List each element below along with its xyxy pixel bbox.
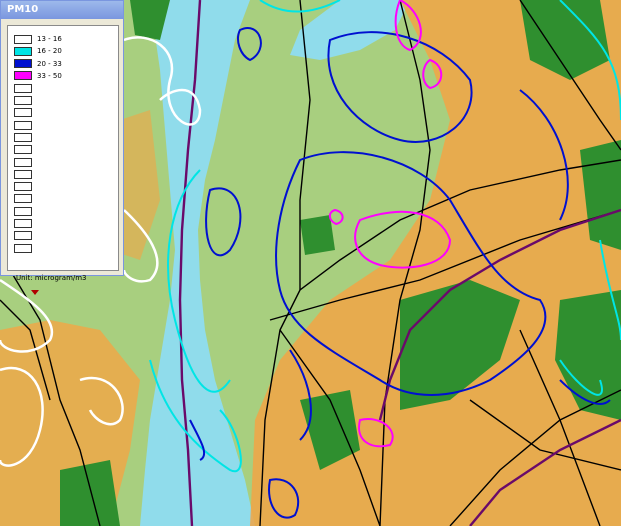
legend-label: 33 - 50 [37, 71, 62, 80]
legend-empty-slot [14, 231, 32, 241]
legend-item: 33 - 50 [14, 71, 62, 81]
legend-swatch-empty [14, 96, 32, 105]
legend-empty-slot [14, 132, 32, 142]
legend-empty-slot [14, 182, 32, 192]
legend-empty-slot [14, 194, 32, 204]
legend-empty-slot [14, 157, 32, 167]
legend-swatch-empty [14, 231, 32, 241]
legend-swatch-empty [14, 243, 32, 253]
legend-swatch-empty [14, 132, 32, 142]
legend-swatch-empty [14, 120, 32, 130]
legend-empty-slot [14, 120, 32, 130]
legend-empty-slot [14, 206, 32, 216]
legend-body: 13 - 16 16 - 20 20 - 33 33 - 50 Unit: micro… [7, 25, 119, 295]
legend-empty-slot [14, 108, 32, 118]
legend-swatch-empty [14, 194, 32, 204]
legend-label: 16 - 20 [37, 47, 62, 56]
legend-empty-slot [14, 96, 32, 106]
legend-empty-slot [14, 83, 32, 93]
triangle-down-icon[interactable] [31, 290, 39, 295]
legend-swatch-empty [14, 108, 32, 118]
legend-empty-slot [14, 243, 32, 253]
legend-label: 20 - 33 [37, 59, 62, 68]
legend-swatch [14, 34, 32, 44]
legend-swatch [14, 59, 32, 69]
legend-empty-slot [14, 169, 32, 179]
legend-swatch-empty [14, 157, 32, 167]
legend-item: 20 - 33 [14, 59, 62, 69]
legend-swatch-empty [14, 219, 32, 228]
legend-title[interactable]: PM10 [1, 1, 123, 19]
legend-swatch [14, 46, 32, 56]
forest-h [300, 215, 335, 255]
legend-swatch [14, 71, 32, 81]
legend-panel[interactable]: PM10 13 - 16 16 - 20 20 - 33 33 - 50 Unit: … [0, 0, 124, 295]
legend-swatch-empty [14, 206, 32, 216]
legend-item: 16 - 20 [14, 46, 62, 56]
legend-item: 13 - 16 [14, 34, 62, 44]
legend-label: 13 - 16 [37, 35, 62, 43]
legend-swatch-empty [14, 182, 32, 192]
legend-empty-slot [14, 219, 32, 229]
legend-swatch-empty [14, 169, 32, 179]
legend-swatch-empty [14, 83, 32, 93]
legend-swatch-empty [14, 145, 32, 155]
forest-g [60, 460, 120, 526]
legend-empty-slot [14, 145, 32, 155]
legend-unit: Unit: microgram/m3 [16, 274, 87, 282]
